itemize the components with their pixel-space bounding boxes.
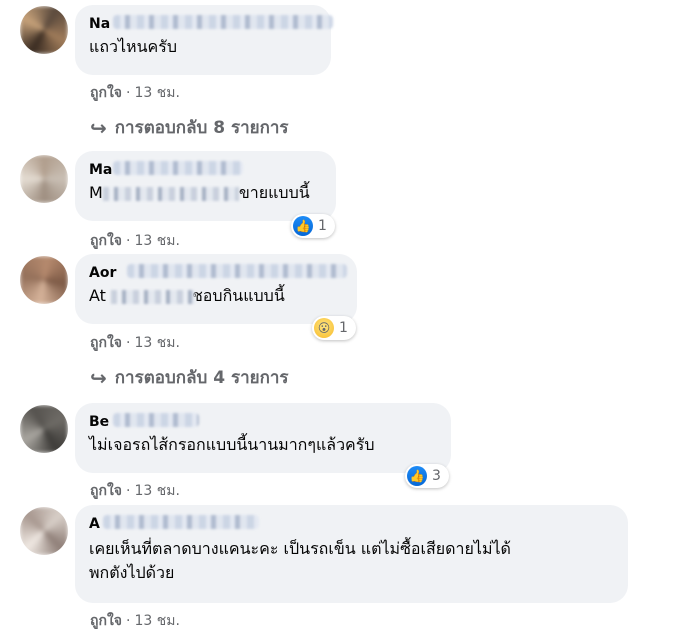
like-link[interactable]: ถูกใจ [90,335,122,351]
comment-text-prefix: M [89,183,103,202]
wow-icon: 😮 [314,318,334,338]
view-replies-link[interactable]: ↪ การตอบกลับ 4 รายการ [90,364,289,391]
timestamp[interactable]: 13 ชม. [134,483,179,499]
commenter-name[interactable]: Na [89,16,110,32]
commenter-name[interactable]: Be [89,414,109,430]
comment-bubble: Aor At ชอบกินแบบนี้ [75,254,357,324]
avatar[interactable] [20,256,68,304]
comment-bubble: A เคยเห็นที่ตลาดบางแคนะคะ เป็นรถเข็น แต่… [75,505,628,603]
comment-actions: ถูกใจ · 13 ชม. [90,233,180,249]
reaction-count[interactable]: 😮 1 [312,316,356,340]
comment-text-prefix: At [89,286,106,305]
comment-text: M ขายแบบนี้ [89,181,322,205]
like-link[interactable]: ถูกใจ [90,233,122,249]
comment-actions: ถูกใจ · 13 ชม. [90,335,180,351]
like-link[interactable]: ถูกใจ [90,483,122,499]
reaction-count[interactable]: 👍 3 [405,464,449,488]
like-link[interactable]: ถูกใจ [90,613,122,629]
comment-text-visible: ขายแบบนี้ [238,183,310,202]
commenter-name[interactable]: A [89,516,100,532]
timestamp[interactable]: 13 ชม. [134,613,179,629]
view-replies-link[interactable]: ↪ การตอบกลับ 8 รายการ [90,114,289,141]
comment-text-visible: ชอบกินแบบนี้ [191,286,285,305]
commenter-name[interactable]: Aor [89,265,116,281]
reaction-number: 3 [432,468,441,484]
like-link[interactable]: ถูกใจ [90,85,122,101]
comment-bubble: Ma M ขายแบบนี้ [75,151,336,221]
reply-arrow-icon: ↪ [90,365,107,390]
timestamp[interactable]: 13 ชม. [134,335,179,351]
replies-label: การตอบกลับ 4 รายการ [114,368,289,388]
like-icon: 👍 [293,216,313,236]
avatar[interactable] [20,405,68,453]
comment-actions: ถูกใจ · 13 ชม. [90,483,180,499]
avatar[interactable] [20,155,68,203]
timestamp[interactable]: 13 ชม. [134,85,179,101]
comment-text: ไม่เจอรถไส้กรอกแบบนี้นานมากๆแล้วครับ [89,435,375,454]
reaction-number: 1 [318,218,327,234]
reaction-count[interactable]: 👍 1 [291,214,335,238]
comment-text-line2: พกตังไปด้วย [89,563,175,582]
comment-actions: ถูกใจ · 13 ชม. [90,85,180,101]
comment-actions: ถูกใจ · 13 ชม. [90,613,180,629]
avatar[interactable] [20,507,68,555]
reply-arrow-icon: ↪ [90,115,107,140]
replies-label: การตอบกลับ 8 รายการ [114,118,289,138]
avatar[interactable] [20,6,68,54]
comment-text: เคยเห็นที่ตลาดบางแคนะคะ เป็นรถเข็น แต่ไม… [89,539,511,558]
timestamp[interactable]: 13 ชม. [134,233,179,249]
comment-bubble: Na แถวไหนครับ [75,5,333,75]
like-icon: 👍 [407,466,427,486]
reaction-number: 1 [339,320,348,336]
comment-text: แถวไหนครับ [89,37,177,56]
comment-bubble: Be ไม่เจอรถไส้กรอกแบบนี้นานมากๆแล้วครับ [75,403,451,473]
commenter-name[interactable]: Ma [89,162,112,178]
comment-text: At ชอบกินแบบนี้ [89,284,343,308]
